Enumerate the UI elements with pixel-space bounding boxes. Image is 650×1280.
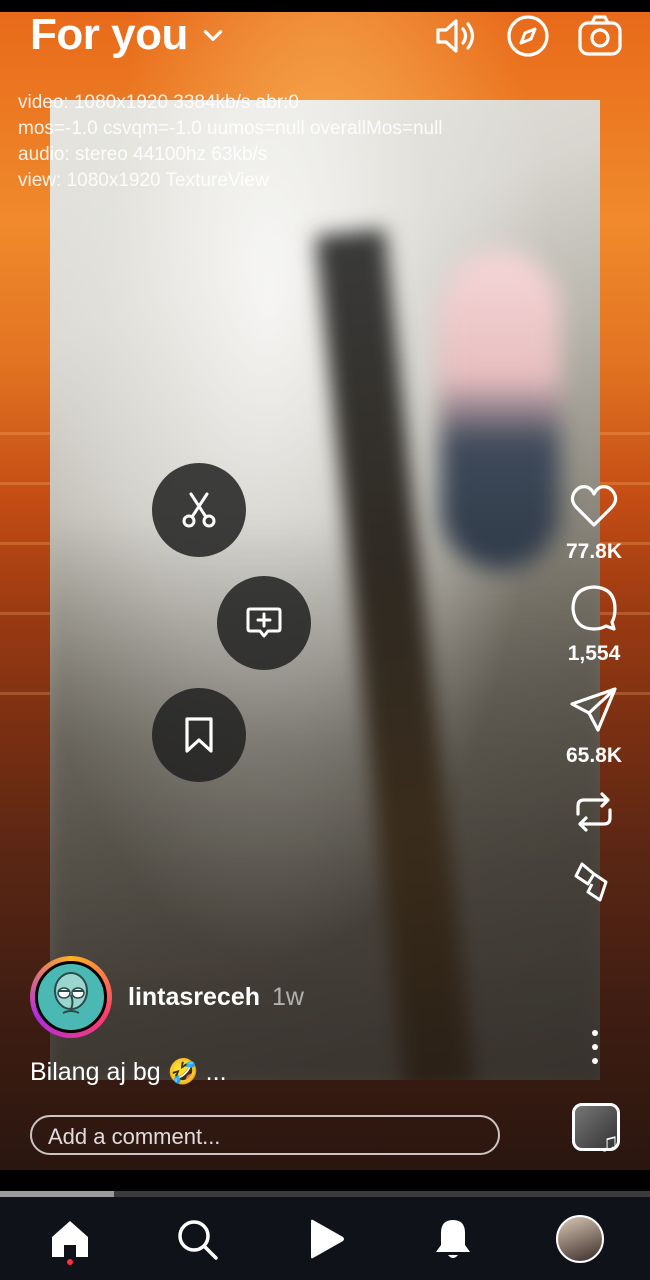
- debug-line: view: 1080x1920 TextureView: [18, 170, 269, 191]
- speaker-icon[interactable]: [432, 12, 480, 60]
- nav-search[interactable]: [167, 1209, 227, 1269]
- search-icon: [178, 1219, 219, 1260]
- top-actions: [432, 12, 624, 60]
- nav-notifications[interactable]: [423, 1209, 483, 1269]
- debug-line: video: 1080x1920 3384kb/s abr:0: [18, 92, 299, 113]
- share-count: 65.8K: [565, 744, 623, 767]
- comment-count: 1,554: [567, 642, 621, 665]
- profile-avatar: [556, 1214, 605, 1263]
- debug-overlay: video: 1080x1920 3384kb/s abr:0 mos=-1.0 …: [18, 90, 443, 194]
- camera-icon[interactable]: [576, 12, 624, 60]
- reels-icon: [310, 1219, 344, 1258]
- audio-thumbnail[interactable]: ♫: [572, 1103, 620, 1157]
- more-options-button[interactable]: [586, 1030, 604, 1064]
- comment-icon: [571, 585, 617, 631]
- heart-icon: [570, 485, 618, 527]
- music-note-icon: ♫: [599, 1127, 620, 1157]
- post-author: lintasreceh 1w: [30, 956, 304, 1038]
- player-gap: [0, 1170, 650, 1191]
- repost-icon: [576, 792, 612, 832]
- notification-dot: [66, 1258, 73, 1265]
- send-icon: [570, 687, 617, 732]
- home-icon: [51, 1220, 88, 1257]
- bookmark-icon: [185, 717, 213, 753]
- feed-selector[interactable]: For you: [30, 10, 226, 60]
- video-player[interactable]: [50, 100, 600, 1080]
- like-count: 77.8K: [565, 540, 623, 563]
- comment-input[interactable]: [46, 1123, 488, 1151]
- chevron-down-icon: [203, 30, 223, 41]
- bottom-nav: [0, 1197, 650, 1280]
- share-button[interactable]: 65.8K: [566, 684, 622, 768]
- username-link[interactable]: lintasreceh: [128, 983, 260, 1012]
- add-comment-button[interactable]: [217, 576, 311, 670]
- debug-line: audio: stereo 44100hz 63kb/s: [18, 144, 268, 165]
- nav-reels[interactable]: [295, 1209, 355, 1269]
- nav-profile[interactable]: [550, 1209, 610, 1269]
- comment-button[interactable]: 1,554: [567, 582, 621, 666]
- scissors-icon: [182, 492, 216, 528]
- post-caption[interactable]: Bilang aj bg 🤣 ...: [30, 1058, 227, 1087]
- avatar-illustration: [54, 972, 88, 1014]
- comment-field[interactable]: [30, 1115, 500, 1155]
- video-person: [440, 250, 560, 570]
- remix-icon: [574, 862, 608, 902]
- debug-line: mos=-1.0 csvqm=-1.0 uumos=null overallMo…: [18, 118, 443, 139]
- like-button[interactable]: 77.8K: [566, 480, 622, 564]
- post-time: 1w: [272, 982, 304, 1011]
- more-icon: [592, 1030, 598, 1036]
- add-comment-icon: [246, 607, 282, 638]
- reels-screen: video: 1080x1920 3384kb/s abr:0 mos=-1.0 …: [0, 0, 650, 1280]
- action-rail: 77.8K 1,554 65.8K: [546, 480, 642, 926]
- avatar: [35, 961, 107, 1033]
- clip-button[interactable]: [152, 463, 246, 557]
- repost-button[interactable]: [568, 786, 620, 838]
- nav-home[interactable]: [40, 1209, 100, 1269]
- page-title: For you: [30, 10, 188, 59]
- story-ring[interactable]: [30, 956, 112, 1038]
- compass-icon[interactable]: [504, 12, 552, 60]
- save-button[interactable]: [152, 688, 246, 782]
- notifications-icon: [435, 1219, 470, 1258]
- remix-button[interactable]: [568, 856, 620, 908]
